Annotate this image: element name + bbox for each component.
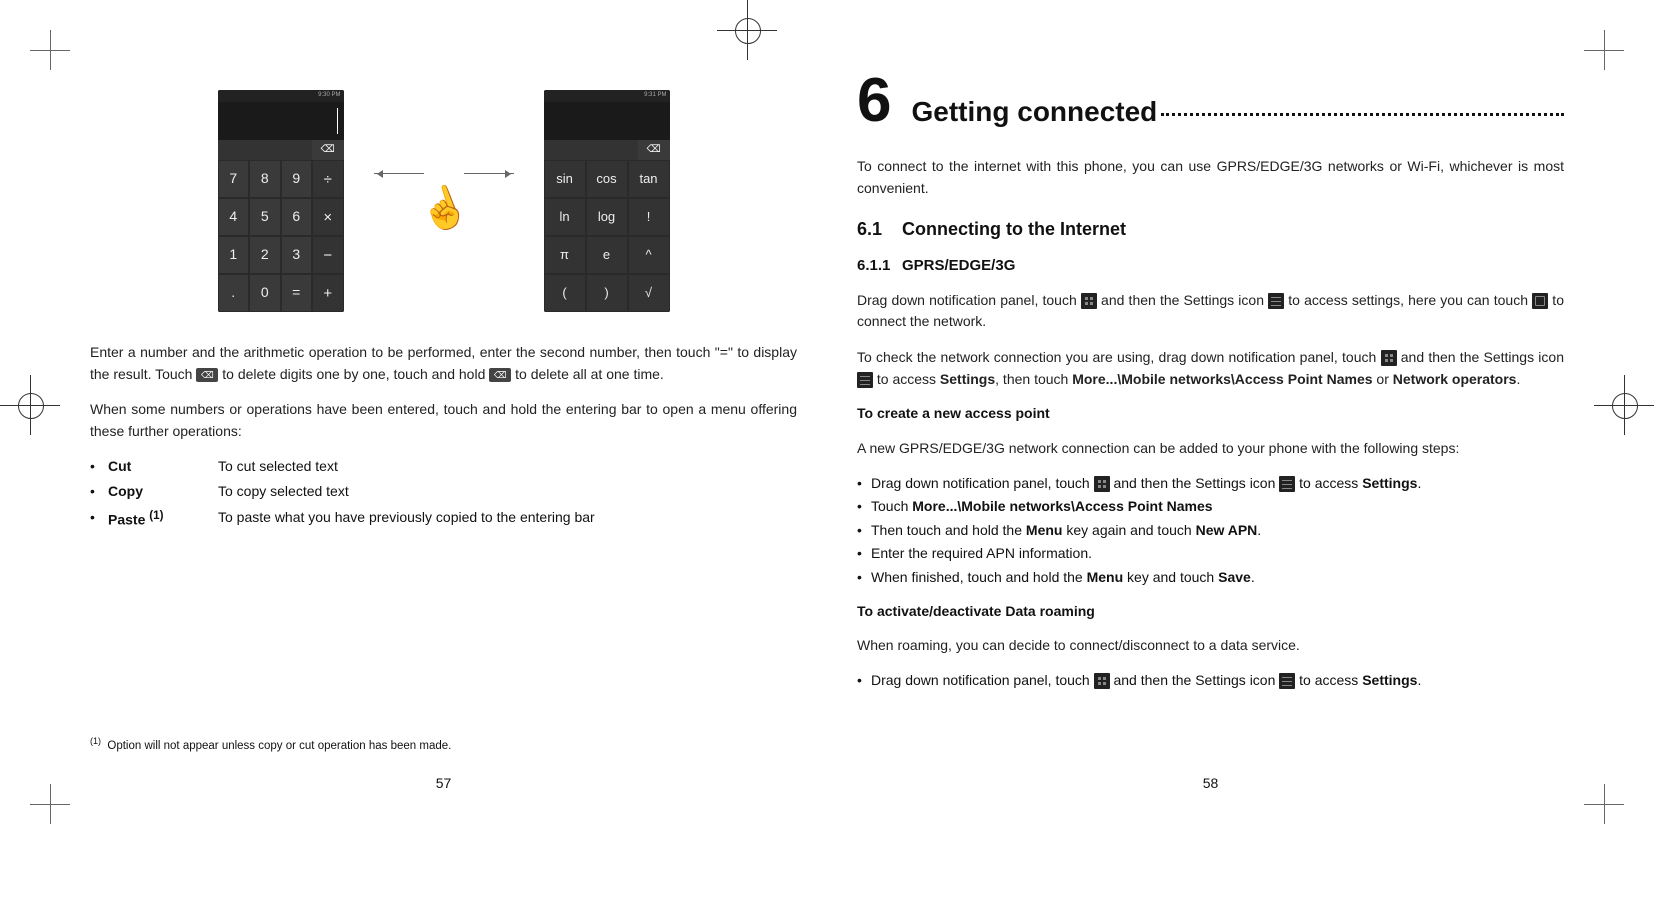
calc-key: 4	[218, 198, 250, 236]
backspace-icon: ⌫	[638, 140, 670, 160]
bullet-list: Drag down notification panel, touch and …	[857, 474, 1564, 588]
calc-key: +	[312, 274, 344, 312]
calc-key: (	[544, 274, 586, 312]
settings-icon	[1279, 476, 1295, 492]
section-heading: 6.1Connecting to the Internet	[857, 217, 1564, 242]
settings-icon	[857, 372, 873, 388]
operations-list: •CutTo cut selected text •CopyTo copy sel…	[90, 457, 797, 530]
list-item: Drag down notification panel, touch and …	[857, 474, 1564, 494]
calculator-advanced-screenshot: 9:31 PM ⌫ sincostan lnlog! πe^ ()√	[544, 90, 670, 312]
calc-key: 3	[281, 236, 313, 274]
calculator-display	[544, 102, 670, 140]
calc-key: √	[628, 274, 670, 312]
quick-settings-icon	[1094, 673, 1110, 689]
calc-key: 2	[249, 236, 281, 274]
page-number: 57	[436, 774, 452, 794]
quick-settings-icon	[1094, 476, 1110, 492]
calc-key: !	[628, 198, 670, 236]
delete-icon: ⌫	[196, 368, 218, 382]
subsection-heading: 6.1.1GPRS/EDGE/3G	[857, 255, 1564, 276]
page-right: 6 Getting connected To connect to the in…	[857, 70, 1564, 764]
hand-icon: ☝	[410, 174, 476, 244]
paragraph: Drag down notification panel, touch and …	[857, 290, 1564, 333]
page-left: 9:30 PM ⌫ 789÷ 456× 123−.0=+ ☝ 9:31 PM ⌫ s…	[90, 70, 797, 764]
crop-mark	[1584, 30, 1624, 70]
calc-key: 7	[218, 160, 250, 198]
delete-icon: ⌫	[489, 368, 511, 382]
calc-key: =	[281, 274, 313, 312]
registration-mark	[1594, 375, 1654, 435]
operation-row: •CopyTo copy selected text	[90, 482, 797, 502]
paragraph: When roaming, you can decide to connect/…	[857, 635, 1564, 657]
chapter-number: 6	[857, 70, 891, 132]
status-bar: 9:30 PM	[218, 90, 344, 102]
calc-key: π	[544, 236, 586, 274]
calc-key: 6	[281, 198, 313, 236]
footnote: (1) Option will not appear unless copy o…	[90, 735, 451, 754]
list-item: Then touch and hold the Menu key again a…	[857, 521, 1564, 541]
chapter-title: Getting connected	[911, 92, 1157, 131]
crop-mark	[30, 784, 70, 824]
list-item: Touch More...\Mobile networks\Access Poi…	[857, 497, 1564, 517]
calc-key: 8	[249, 160, 281, 198]
calc-key: tan	[628, 160, 670, 198]
page-number: 58	[1203, 774, 1219, 794]
swipe-gesture-icon: ☝	[374, 161, 514, 241]
registration-mark	[0, 375, 60, 435]
calc-key: 9	[281, 160, 313, 198]
leader-dots	[1161, 113, 1564, 116]
crop-mark	[1584, 784, 1624, 824]
calc-key: 5	[249, 198, 281, 236]
calc-key: 0	[249, 274, 281, 312]
calc-key: sin	[544, 160, 586, 198]
list-item: When finished, touch and hold the Menu k…	[857, 568, 1564, 588]
calc-key: cos	[586, 160, 628, 198]
calc-key: log	[586, 198, 628, 236]
quick-settings-icon	[1381, 350, 1397, 366]
calc-key: −	[312, 236, 344, 274]
bullet-list: Drag down notification panel, touch and …	[857, 671, 1564, 691]
calculator-basic-screenshot: 9:30 PM ⌫ 789÷ 456× 123−.0=+	[218, 90, 344, 312]
paragraph: To check the network connection you are …	[857, 347, 1564, 390]
calculator-screenshots: 9:30 PM ⌫ 789÷ 456× 123−.0=+ ☝ 9:31 PM ⌫ s…	[90, 90, 797, 312]
paragraph: To connect to the internet with this pho…	[857, 156, 1564, 199]
calc-key: e	[586, 236, 628, 274]
settings-icon	[1279, 673, 1295, 689]
settings-icon	[1268, 293, 1284, 309]
calc-key: ÷	[312, 160, 344, 198]
calc-key: 1	[218, 236, 250, 274]
operation-row: •CutTo cut selected text	[90, 457, 797, 477]
calc-key: ^	[628, 236, 670, 274]
network-icon	[1532, 293, 1548, 309]
calculator-display	[218, 102, 344, 140]
calc-key: .	[218, 274, 250, 312]
paragraph: Enter a number and the arithmetic operat…	[90, 342, 797, 385]
chapter-heading: 6 Getting connected	[857, 70, 1564, 132]
calc-key: )	[586, 274, 628, 312]
backspace-icon: ⌫	[312, 140, 344, 160]
registration-mark	[717, 0, 777, 60]
crop-mark	[30, 30, 70, 70]
paragraph: When some numbers or operations have bee…	[90, 399, 797, 442]
operation-row: •Paste (1)To paste what you have previou…	[90, 508, 797, 530]
list-item: Drag down notification panel, touch and …	[857, 671, 1564, 691]
status-bar: 9:31 PM	[544, 90, 670, 102]
calc-key: ln	[544, 198, 586, 236]
paragraph: A new GPRS/EDGE/3G network connection ca…	[857, 438, 1564, 460]
quick-settings-icon	[1081, 293, 1097, 309]
sub-heading: To activate/deactivate Data roaming	[857, 602, 1564, 622]
calc-key: ×	[312, 198, 344, 236]
sub-heading: To create a new access point	[857, 404, 1564, 424]
list-item: Enter the required APN information.	[857, 544, 1564, 564]
